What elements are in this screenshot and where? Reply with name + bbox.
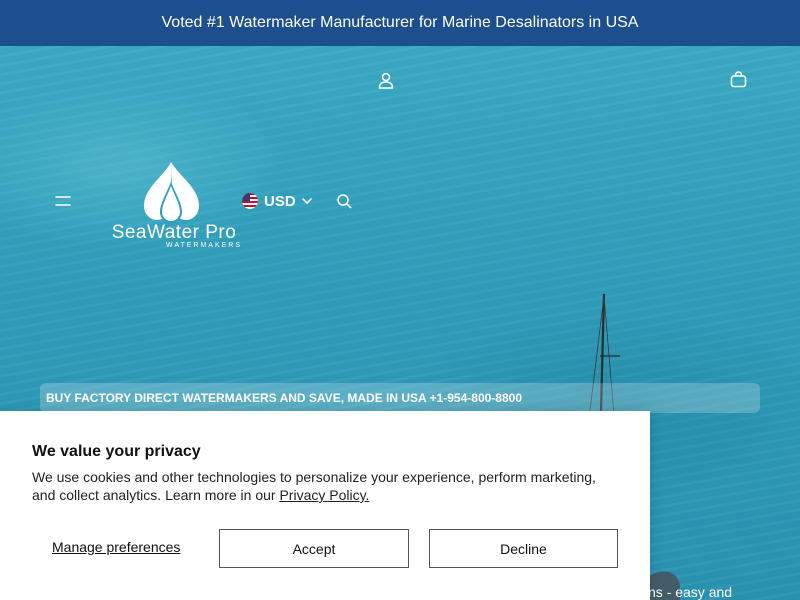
- promo-text: BUY FACTORY DIRECT WATERMAKERS AND SAVE,…: [46, 391, 522, 405]
- privacy-policy-link[interactable]: Privacy Policy.: [279, 487, 369, 503]
- promo-banner[interactable]: BUY FACTORY DIRECT WATERMAKERS AND SAVE,…: [40, 383, 760, 413]
- announcement-text: Voted #1 Watermaker Manufacturer for Mar…: [161, 14, 639, 31]
- cookie-consent-banner: We value your privacy We use cookies and…: [0, 411, 650, 600]
- announcement-bar: Voted #1 Watermaker Manufacturer for Mar…: [0, 0, 800, 46]
- shopping-bag-icon[interactable]: [728, 69, 748, 89]
- currency-label: USD: [264, 192, 296, 210]
- logo-tagline: WATERMAKERS: [165, 242, 243, 249]
- chevron-down-icon: [301, 198, 312, 204]
- brand-logo[interactable]: SeaWater Pro WATERMAKERS: [98, 162, 250, 254]
- decline-button[interactable]: Decline: [429, 529, 618, 568]
- accept-button[interactable]: Accept: [219, 529, 409, 568]
- logo-wordmark: SeaWater Pro: [111, 222, 237, 243]
- cookie-body: We use cookies and other technologies to…: [32, 468, 612, 504]
- hamburger-menu-icon[interactable]: [52, 191, 74, 211]
- us-flag-icon: [242, 193, 258, 209]
- hero-partial-text: ns - easy and: [648, 584, 733, 600]
- search-icon[interactable]: [334, 191, 354, 211]
- manage-preferences-link[interactable]: Manage preferences: [52, 539, 180, 555]
- water-drops-icon: [144, 162, 199, 223]
- currency-selector[interactable]: USD: [242, 189, 312, 213]
- cookie-title: We value your privacy: [32, 443, 201, 460]
- user-icon[interactable]: [376, 70, 396, 90]
